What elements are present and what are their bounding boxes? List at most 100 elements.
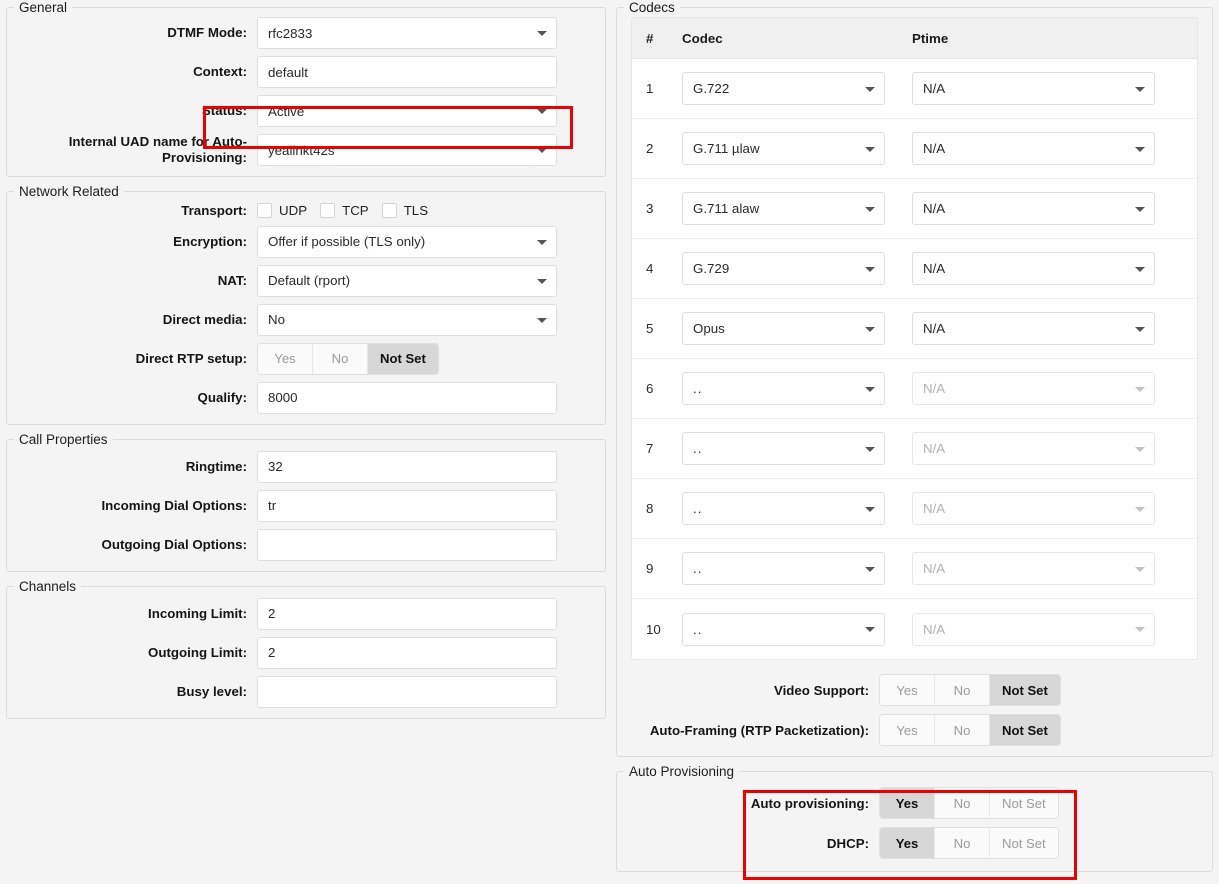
direct-rtp-setup-no[interactable]: No (313, 343, 368, 374)
busy-level-row: Busy level: (13, 675, 599, 708)
codec-select[interactable]: .. (682, 552, 885, 585)
video-support-notset[interactable]: Not Set (990, 675, 1060, 705)
codec-select[interactable]: Opus (682, 312, 885, 345)
incoming-limit-input[interactable]: 2 (257, 597, 557, 630)
chevron-down-icon (537, 317, 547, 323)
encryption-row: Encryption: Offer if possible (TLS only) (13, 225, 599, 258)
context-label: Context: (193, 64, 247, 80)
incoming-dial-options-value: tr (268, 498, 277, 514)
left-column: General DTMF Mode: rfc2833 Context: defa… (6, 0, 606, 726)
auto-provisioning-notset[interactable]: Not Set (990, 788, 1058, 818)
qualify-value: 8000 (268, 390, 298, 406)
checkbox-icon[interactable] (381, 203, 397, 219)
codec-select[interactable]: .. (682, 492, 885, 525)
direct-rtp-setup-row: Direct RTP setup: Yes No Not Set (13, 342, 599, 375)
right-column: Codecs # Codec Ptime 1 G.722 N/A 2 G.711… (616, 0, 1213, 879)
video-support-no[interactable]: No (935, 675, 990, 705)
chevron-down-icon (865, 266, 875, 272)
network-related-section: Network Related Transport: UDP TCP TLS E… (6, 184, 606, 425)
codec-select[interactable]: G.711 alaw (682, 192, 885, 225)
column-header-index: # (646, 30, 654, 46)
ptime-select[interactable]: N/A (912, 612, 1155, 646)
ptime-select[interactable]: N/A (912, 72, 1155, 105)
ptime-select[interactable]: N/A (912, 552, 1155, 585)
codec-value: Opus (693, 321, 725, 336)
outgoing-limit-label: Outgoing Limit: (148, 644, 247, 660)
dhcp-notset[interactable]: Not Set (990, 828, 1058, 858)
codec-value: .. (693, 381, 703, 396)
auto-framing-row: Auto-Framing (RTP Packetization): Yes No… (617, 714, 1198, 746)
codecs-legend: Codecs (629, 0, 675, 15)
chevron-down-icon (1135, 506, 1145, 512)
ptime-select[interactable]: N/A (912, 372, 1155, 405)
codecs-table-header: # Codec Ptime (632, 18, 1197, 59)
codec-value: .. (693, 561, 703, 576)
outgoing-dial-options-row: Outgoing Dial Options: (13, 528, 599, 561)
video-support-yes[interactable]: Yes (880, 675, 935, 705)
qualify-input[interactable]: 8000 (257, 381, 557, 414)
table-row: 7 .. N/A (632, 419, 1197, 479)
auto-framing-notset[interactable]: Not Set (990, 715, 1060, 745)
busy-level-input[interactable] (257, 675, 557, 708)
incoming-limit-label: Incoming Limit: (148, 605, 247, 621)
auto-provisioning-no[interactable]: No (935, 788, 990, 818)
ptime-select[interactable]: N/A (912, 252, 1155, 285)
status-label: Status: (201, 103, 247, 119)
checkbox-icon[interactable] (257, 203, 272, 219)
dtmf-mode-row: DTMF Mode: rfc2833 (13, 17, 599, 49)
call-properties-section: Call Properties Ringtime: 32 Incoming Di… (6, 431, 606, 572)
direct-media-select[interactable]: No (257, 303, 557, 336)
transport-option-udp[interactable]: UDP (257, 203, 308, 219)
busy-level-label: Busy level: (176, 683, 247, 699)
table-row: 8 .. N/A (632, 479, 1197, 539)
incoming-dial-options-input[interactable]: tr (257, 489, 557, 522)
nat-select[interactable]: Default (rport) (257, 264, 557, 297)
ptime-value: N/A (923, 441, 946, 456)
direct-rtp-setup-label: Direct RTP setup: (135, 350, 247, 366)
direct-rtp-setup-notset[interactable]: Not Set (368, 343, 438, 374)
outgoing-dial-options-input[interactable] (257, 528, 557, 561)
encryption-select[interactable]: Offer if possible (TLS only) (257, 225, 557, 258)
codec-value: .. (693, 621, 703, 637)
codec-index: 1 (646, 81, 654, 96)
ptime-value: N/A (923, 501, 946, 516)
transport-option-tcp[interactable]: TCP (320, 203, 369, 219)
transport-option-label: UDP (279, 203, 308, 219)
codec-select[interactable]: .. (682, 612, 885, 646)
general-section: General DTMF Mode: rfc2833 Context: defa… (6, 0, 606, 177)
ptime-select[interactable]: N/A (912, 132, 1155, 165)
codec-select[interactable]: G.722 (682, 72, 885, 105)
context-input[interactable]: default (257, 56, 557, 88)
auto-framing-yes[interactable]: Yes (880, 715, 935, 745)
checkbox-icon[interactable] (320, 203, 336, 219)
auto-framing-label: Auto-Framing (RTP Packetization): (649, 722, 869, 738)
codec-select[interactable]: .. (682, 432, 885, 465)
dtmf-mode-select[interactable]: rfc2833 (257, 17, 557, 49)
direct-rtp-setup-yes[interactable]: Yes (258, 343, 313, 374)
outgoing-limit-input[interactable]: 2 (257, 636, 557, 669)
codec-select[interactable]: G.711 µlaw (682, 132, 885, 165)
ptime-select[interactable]: N/A (912, 492, 1155, 525)
chevron-down-icon (865, 146, 875, 152)
auto-framing-no[interactable]: No (935, 715, 990, 745)
table-row: 9 .. N/A (632, 539, 1197, 599)
internal-uad-select[interactable]: yealinkt42s (257, 134, 557, 166)
codec-index: 4 (646, 261, 654, 276)
status-value: Active (268, 103, 305, 119)
codec-select[interactable]: .. (682, 372, 885, 405)
ptime-select[interactable]: N/A (912, 432, 1155, 465)
ptime-select[interactable]: N/A (912, 312, 1155, 345)
dhcp-yes[interactable]: Yes (880, 828, 935, 858)
transport-option-tls[interactable]: TLS (381, 203, 428, 219)
codec-value: .. (693, 441, 703, 456)
ptime-select[interactable]: N/A (912, 192, 1155, 225)
codec-select[interactable]: G.729 (682, 252, 885, 285)
encryption-label: Encryption: (173, 233, 247, 249)
direct-media-label: Direct media: (162, 311, 247, 327)
dhcp-no[interactable]: No (935, 828, 990, 858)
ringtime-input[interactable]: 32 (257, 450, 557, 483)
call-properties-legend: Call Properties (19, 431, 108, 447)
chevron-down-icon (865, 386, 875, 392)
auto-provisioning-yes[interactable]: Yes (880, 788, 935, 818)
status-select[interactable]: Active (257, 95, 557, 127)
